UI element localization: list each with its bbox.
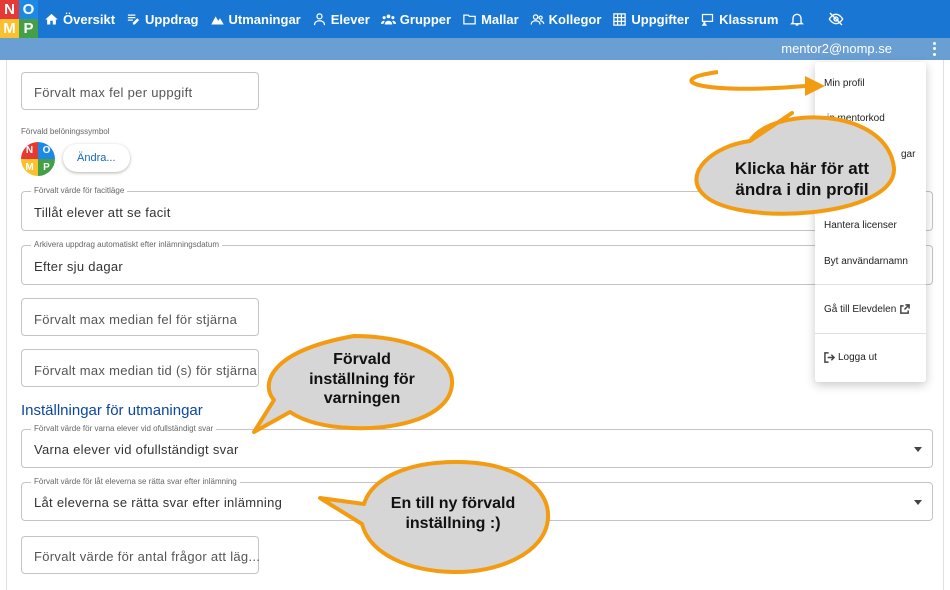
nav-item-label: Grupper (399, 11, 452, 27)
archive-select[interactable]: Arkivera uppdrag automatiskt efter inläm… (21, 240, 933, 285)
callout-new-default-text: En till ny förvald inställning :) (390, 495, 516, 532)
logo-letter-m: M (0, 19, 19, 38)
menu-item-label: gar (901, 149, 916, 160)
nav-item-label: Översikt (63, 11, 116, 27)
menu-divider (815, 333, 926, 334)
question-count-field[interactable]: Förvalt värde för antal frågor att läg..… (21, 536, 261, 574)
avatar-letter-m: M (21, 159, 38, 176)
show-correct-value: Låt eleverna se rätta svar efter inlämni… (34, 495, 283, 510)
menu-item-label: Logga ut (838, 352, 877, 363)
nav-item-oversikt[interactable]: Översikt (44, 12, 115, 27)
avatar-letter-p: P (38, 159, 55, 176)
challenges-heading: Inställningar för utmaningar (21, 402, 203, 419)
menu-item-logout[interactable]: Logga ut (824, 352, 877, 363)
logout-icon (824, 352, 835, 363)
nav-item-klassrum[interactable]: Klassrum (700, 12, 778, 27)
people-icon (530, 13, 545, 25)
menu-item-label: Byt användarnamn (824, 256, 908, 267)
answer-key-label: Förvalt värde för facitläge (31, 186, 128, 195)
menu-item-label: Gå till Elevdelen (824, 304, 897, 315)
archive-label: Arkivera uppdrag automatiskt efter inläm… (31, 240, 222, 249)
group-icon (380, 14, 396, 24)
chevron-down-icon (914, 500, 922, 505)
show-correct-label: Förvalt värde för låt eleverna se rätta … (31, 477, 240, 486)
archive-value: Efter sju dagar (34, 259, 124, 274)
logo-letter-p: P (19, 19, 38, 38)
nav-item-label: Elever (330, 11, 370, 27)
mountain-icon (210, 15, 224, 24)
menu-item-settings[interactable]: gar (901, 149, 915, 160)
avatar-letter-n: N (21, 142, 38, 159)
home-icon (45, 13, 58, 24)
menu-item-label: Min profil (824, 78, 865, 89)
more-vert-icon[interactable] (926, 41, 942, 57)
classroom-icon (702, 13, 714, 26)
max-errors-placeholder: Förvalt max fel per uppgift (34, 85, 193, 100)
nav-item-uppdrag[interactable]: Uppdrag (126, 11, 199, 27)
nav-item-label: Uppdrag (145, 11, 199, 27)
nav-item-grupper[interactable]: Grupper (380, 11, 452, 27)
reward-symbol-label: Förvald belöningssymbol (21, 127, 110, 136)
nav-item-uppgifter[interactable]: Uppgifter (612, 12, 689, 27)
callout-new-default: En till ny förvald inställning :) (318, 458, 553, 578)
nav-item-label: Uppgifter (631, 11, 690, 27)
menu-item-my-profile[interactable]: Min profil (824, 78, 865, 89)
top-navigation-bar: N O M P Översikt Uppdrag Utmaningar Elev… (0, 0, 950, 38)
user-email[interactable]: mentor2@nomp.se (781, 41, 892, 56)
change-reward-button[interactable]: Ändra... (63, 144, 130, 172)
bell-icon[interactable] (789, 11, 805, 27)
nav-item-label: Klassrum (719, 11, 779, 27)
menu-item-student-section[interactable]: Gå till Elevdelen (824, 304, 911, 315)
menu-item-change-username[interactable]: Byt användarnamn (824, 256, 908, 267)
person-icon (313, 12, 325, 25)
edit-note-icon (127, 14, 140, 24)
logo-letter-o: O (19, 0, 38, 19)
callout-warning-text: Förvald inställning för varningen (309, 351, 415, 408)
nav-item-label: Mallar (481, 11, 519, 27)
nav-item-elever[interactable]: Elever (312, 12, 370, 27)
folder-icon (463, 14, 476, 24)
grid-icon (613, 12, 627, 26)
callout-profile: Klicka här för att ändra i din profil (692, 98, 902, 233)
nav-item-label: Kollegor (548, 11, 602, 27)
callout-profile-text: Klicka här för att ändra i din profil (734, 159, 870, 199)
nav-item-utmaningar[interactable]: Utmaningar (210, 12, 301, 27)
question-count-placeholder: Förvalt värde för antal frågor att läg..… (34, 549, 261, 564)
warn-incomplete-value: Varna elever vid ofullständigt svar (34, 442, 239, 457)
avatar-letter-o: O (38, 142, 55, 159)
main-nav: Översikt Uppdrag Utmaningar Elever Grupp… (44, 0, 844, 38)
eye-off-icon[interactable] (828, 11, 844, 27)
nav-item-label: Utmaningar (228, 11, 301, 27)
warn-incomplete-label: Förvalt värde för varna elever vid ofull… (31, 424, 217, 433)
callout-warning: Förvald inställning för varningen (252, 332, 457, 438)
nav-item-kollegor[interactable]: Kollegor (530, 11, 602, 27)
logo-letter-n: N (0, 0, 19, 19)
nav-item-mallar[interactable]: Mallar (462, 12, 519, 27)
external-link-icon (900, 304, 911, 314)
median-errors-placeholder: Förvalt max median fel för stjärna (34, 312, 238, 327)
nomp-logo[interactable]: N O M P (0, 0, 38, 38)
median-errors-field[interactable]: Förvalt max median fel för stjärna (21, 298, 259, 336)
median-time-field[interactable]: Förvalt max median tid (s) för stjärna (21, 349, 259, 387)
user-bar: mentor2@nomp.se (0, 38, 950, 60)
max-errors-field[interactable]: Förvalt max fel per uppgift (21, 72, 259, 110)
answer-key-value: Tillåt elever att se facit (34, 205, 171, 220)
median-time-placeholder: Förvalt max median tid (s) för stjärna (34, 363, 258, 378)
reward-symbol-avatar: N O M P (21, 142, 55, 176)
menu-divider (815, 284, 926, 285)
chevron-down-icon (914, 447, 922, 452)
